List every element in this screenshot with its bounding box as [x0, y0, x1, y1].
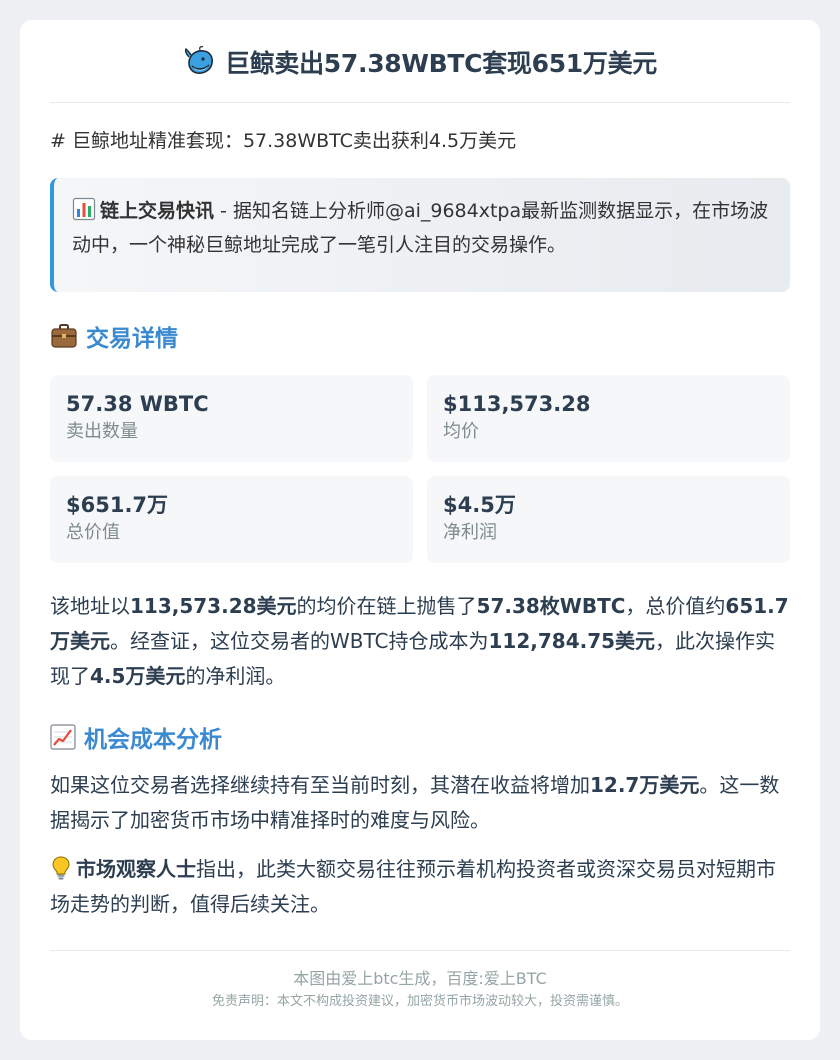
opportunity-text: 如果这位交易者选择继续持有至当前时刻，其潜在收益将增加 [50, 773, 590, 797]
stat-value: $113,573.28 [443, 392, 591, 416]
summary-bold: 4.5万美元 [90, 664, 186, 688]
whale-icon [184, 46, 213, 74]
details-heading-text: 交易详情 [86, 326, 178, 352]
quote-strong: 链上交易快讯 [100, 200, 215, 222]
light-bulb-icon [52, 856, 70, 880]
summary-text: 该地址以 [50, 594, 130, 618]
chart-increasing-icon [50, 724, 76, 750]
news-quote: 链上交易快讯 - 据知名链上分析师@ai_9684xtpa最新监测数据显示，在市… [50, 178, 790, 292]
stat-label: 净利润 [443, 522, 497, 543]
details-heading: 交易详情 [50, 319, 790, 353]
summary-bold: 113,573.28美元 [130, 594, 297, 618]
opportunity-heading: 机会成本分析 [50, 720, 790, 754]
stat-value: $4.5万 [443, 493, 516, 517]
opportunity-bold: 12.7万美元 [590, 773, 700, 797]
subtitle: # 巨鲸地址精准套现：57.38WBTC卖出获利4.5万美元 [50, 130, 517, 152]
stat-label: 卖出数量 [66, 421, 138, 442]
title-text: 巨鲸卖出57.38WBTC套现651万美元 [225, 49, 657, 78]
opportunity-paragraph: 如果这位交易者选择继续持有至当前时刻，其潜在收益将增加12.7万美元。这一数据揭… [50, 768, 790, 838]
stat-label: 总价值 [66, 522, 120, 543]
stat-card: $4.5万 净利润 [427, 476, 790, 563]
observer-paragraph: 市场观察人士指出，此类大额交易往往预示着机构投资者或资深交易员对短期市场走势的判… [50, 852, 790, 922]
stat-card: $113,573.28 均价 [427, 375, 790, 462]
title-row: 巨鲸卖出57.38WBTC套现651万美元 [50, 20, 790, 103]
page-title: 巨鲸卖出57.38WBTC套现651万美元 [183, 44, 657, 80]
footer-credit: 本图由爱上btc生成，百度:爱上BTC [293, 969, 547, 988]
bar-chart-icon [72, 197, 96, 221]
footer-disclaimer: 免责声明：本文不构成投资建议，加密货币市场波动较大，投资需谨慎。 [211, 994, 628, 1009]
summary-text: 。经查证，这位交易者的WBTC持仓成本为 [110, 629, 489, 653]
stat-value: 57.38 WBTC [66, 392, 209, 416]
summary-text: ，总价值约 [625, 594, 726, 618]
summary-bold: 57.38枚WBTC [476, 594, 626, 618]
summary-text: 的均价在链上抛售了 [296, 594, 477, 618]
opportunity-heading-text: 机会成本分析 [84, 727, 222, 753]
footer: 本图由爱上btc生成，百度:爱上BTC 免责声明：本文不构成投资建议，加密货币市… [50, 950, 790, 1011]
stat-label: 均价 [443, 421, 479, 442]
summary-bold: 112,784.75美元 [488, 629, 656, 653]
summary-text: 的净利润。 [185, 664, 286, 688]
article-card: 巨鲸卖出57.38WBTC套现651万美元 # 巨鲸地址精准套现：57.38WB… [20, 20, 820, 1040]
observer-strong: 市场观察人士 [76, 857, 196, 881]
briefcase-icon [51, 324, 77, 348]
summary-paragraph: 该地址以113,573.28美元的均价在链上抛售了57.38枚WBTC，总价值约… [50, 589, 790, 694]
stat-card: $651.7万 总价值 [50, 476, 413, 563]
stats-grid: 57.38 WBTC 卖出数量 $113,573.28 均价 $651.7万 总… [50, 375, 790, 563]
stat-card: 57.38 WBTC 卖出数量 [50, 375, 413, 462]
stat-value: $651.7万 [66, 493, 169, 517]
